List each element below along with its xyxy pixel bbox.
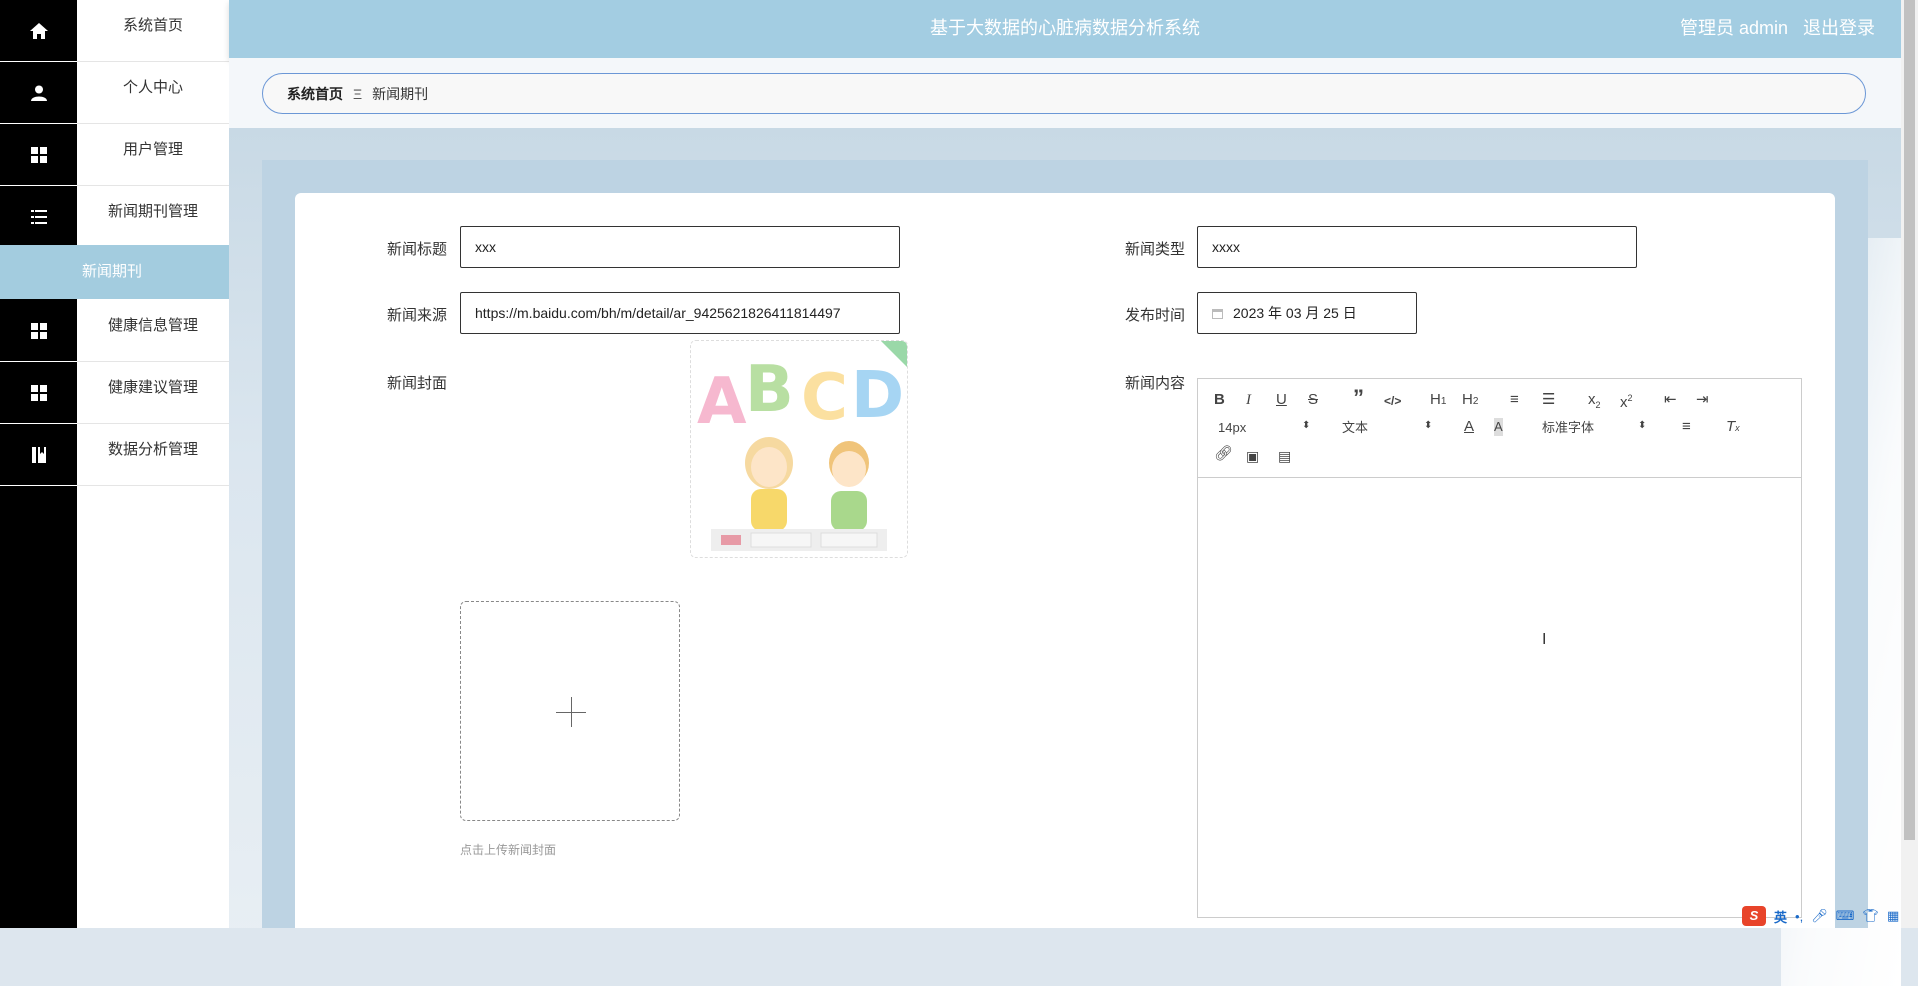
format-select[interactable]: 文本 xyxy=(1342,419,1368,437)
font-color-icon[interactable]: A xyxy=(1464,418,1474,436)
ime-mode[interactable]: 英 xyxy=(1774,907,1787,926)
news-source-label: 新闻来源 xyxy=(387,307,448,324)
blockquote-icon[interactable]: ” xyxy=(1353,387,1364,409)
subscript-icon[interactable]: x2 xyxy=(1588,391,1601,414)
keyboard-icon[interactable]: ⌨ xyxy=(1836,908,1855,924)
grid-icon xyxy=(0,362,77,424)
code-icon[interactable]: </> xyxy=(1384,392,1401,410)
heading2-icon[interactable]: H2 xyxy=(1462,391,1478,411)
underline-icon[interactable]: U xyxy=(1276,391,1287,409)
sidebar-item-health-advice[interactable]: 健康建议管理 xyxy=(0,362,229,424)
chevron-updown-icon: ⬍ xyxy=(1302,420,1311,431)
microphone-icon[interactable]: 🎤︎ xyxy=(1811,908,1828,924)
app-title: 基于大数据的心脏病数据分析系统 xyxy=(930,18,1200,38)
grid-icon[interactable]: ▦ xyxy=(1887,908,1899,924)
page-scrollbar[interactable] xyxy=(1901,0,1918,928)
sidebar-item-label: 健康建议管理 xyxy=(77,362,229,424)
user-label: 管理员 admin xyxy=(1679,18,1788,38)
news-cover-label: 新闻封面 xyxy=(387,375,448,392)
sidebar-item-label: 健康信息管理 xyxy=(77,300,229,362)
font-family-select[interactable]: 标准字体 xyxy=(1542,419,1594,437)
superscript-icon[interactable]: x2 xyxy=(1620,389,1633,412)
sidebar-item-label: 系统首页 xyxy=(77,0,229,62)
publish-time-value: 2023 年 03 月 25 日 xyxy=(1233,305,1357,321)
publish-time-input[interactable]: 2023 年 03 月 25 日 xyxy=(1197,292,1417,334)
breadcrumb: 系统首页 Ξ 新闻期刊 xyxy=(262,73,1866,114)
sidebar-item-health-info[interactable]: 健康信息管理 xyxy=(0,300,229,362)
news-title-input[interactable]: xxx xyxy=(460,226,900,268)
rich-text-editor: B I U S ” </> H1 H2 ≡ ☰ x2 x2 ⇤ ⇥ 14px ⬍… xyxy=(1197,378,1802,918)
video-icon[interactable]: ▤ xyxy=(1278,447,1291,465)
image-icon[interactable]: ▣ xyxy=(1246,447,1259,465)
grid-icon xyxy=(0,300,77,362)
top-header: 基于大数据的心脏病数据分析系统 管理员 admin 退出登录 xyxy=(229,0,1901,58)
outdent-icon[interactable]: ⇤ xyxy=(1664,391,1677,409)
scrollbar-thumb[interactable] xyxy=(1904,0,1915,840)
sogou-logo[interactable]: S xyxy=(1742,906,1766,926)
cover-letter: A xyxy=(697,365,747,439)
cover-letter: D xyxy=(851,359,904,433)
sidebar-item-label: 数据分析管理 xyxy=(77,424,229,486)
user-icon xyxy=(0,62,77,124)
home-icon xyxy=(0,0,77,62)
strikethrough-icon[interactable]: S xyxy=(1308,391,1318,409)
ime-punct[interactable]: •, xyxy=(1795,909,1803,924)
news-type-label: 新闻类型 xyxy=(1125,241,1186,258)
align-icon[interactable]: ≡ xyxy=(1682,418,1691,436)
sidebar-item-data-analysis[interactable]: 数据分析管理 xyxy=(0,424,229,486)
sidebar-item-home[interactable]: 系统首页 xyxy=(0,0,229,62)
ordered-list-icon[interactable]: ≡ xyxy=(1510,391,1519,409)
text-cursor-icon: I xyxy=(1542,631,1547,648)
heading1-icon[interactable]: H1 xyxy=(1430,391,1446,411)
indent-icon[interactable]: ⇥ xyxy=(1696,391,1709,409)
list-icon xyxy=(0,186,77,248)
editor-toolbar: B I U S ” </> H1 H2 ≡ ☰ x2 x2 ⇤ ⇥ 14px ⬍… xyxy=(1198,379,1801,478)
news-title-label: 新闻标题 xyxy=(387,241,448,258)
italic-icon[interactable]: I xyxy=(1246,391,1251,409)
chevron-updown-icon: ⬍ xyxy=(1424,420,1433,431)
news-source-input[interactable]: https://m.baidu.com/bh/m/detail/ar_94256… xyxy=(460,292,900,334)
background-color-icon[interactable]: A xyxy=(1494,418,1503,436)
cover-image[interactable]: A B C D xyxy=(690,340,908,558)
ime-toolbar: S 英 •, 🎤︎ ⌨ 👕︎ ▦ xyxy=(1742,905,1899,927)
breadcrumb-separator: Ξ xyxy=(353,85,363,102)
grid-icon xyxy=(0,124,77,186)
upload-hint: 点击上传新闻封面 xyxy=(460,843,557,857)
editor-content-area[interactable] xyxy=(1198,478,1801,917)
cover-upload-button[interactable] xyxy=(460,601,680,821)
sidebar-item-users[interactable]: 用户管理 xyxy=(0,124,229,186)
skin-icon[interactable]: 👕︎ xyxy=(1862,908,1879,924)
clear-format-icon[interactable]: Tx xyxy=(1726,418,1740,437)
sidebar-item-label: 用户管理 xyxy=(77,124,229,186)
book-icon xyxy=(0,424,77,486)
cover-letter: B xyxy=(745,353,794,427)
user-area: 管理员 admin 退出登录 xyxy=(1670,0,1875,56)
calendar-icon xyxy=(1212,309,1223,319)
font-size-select[interactable]: 14px xyxy=(1218,419,1246,437)
link-icon[interactable]: 🔗︎ xyxy=(1214,445,1233,463)
sidebar-subitem-news[interactable]: 新闻期刊 xyxy=(0,245,229,299)
sidebar-item-profile[interactable]: 个人中心 xyxy=(0,62,229,124)
news-type-input[interactable]: xxxx xyxy=(1197,226,1637,268)
cover-letter: C xyxy=(801,361,848,435)
chevron-updown-icon: ⬍ xyxy=(1638,420,1647,431)
logout-button[interactable]: 退出登录 xyxy=(1803,18,1875,38)
publish-time-label: 发布时间 xyxy=(1125,307,1186,324)
breadcrumb-current: 新闻期刊 xyxy=(372,85,429,102)
news-content-label: 新闻内容 xyxy=(1125,375,1186,392)
sidebar-item-news-management[interactable]: 新闻期刊管理 xyxy=(0,186,229,248)
sidebar-item-label: 个人中心 xyxy=(77,62,229,124)
breadcrumb-home[interactable]: 系统首页 xyxy=(287,84,343,104)
bold-icon[interactable]: B xyxy=(1214,391,1225,409)
sidebar-item-label: 新闻期刊管理 xyxy=(77,186,229,248)
bullet-list-icon[interactable]: ☰ xyxy=(1542,391,1555,409)
